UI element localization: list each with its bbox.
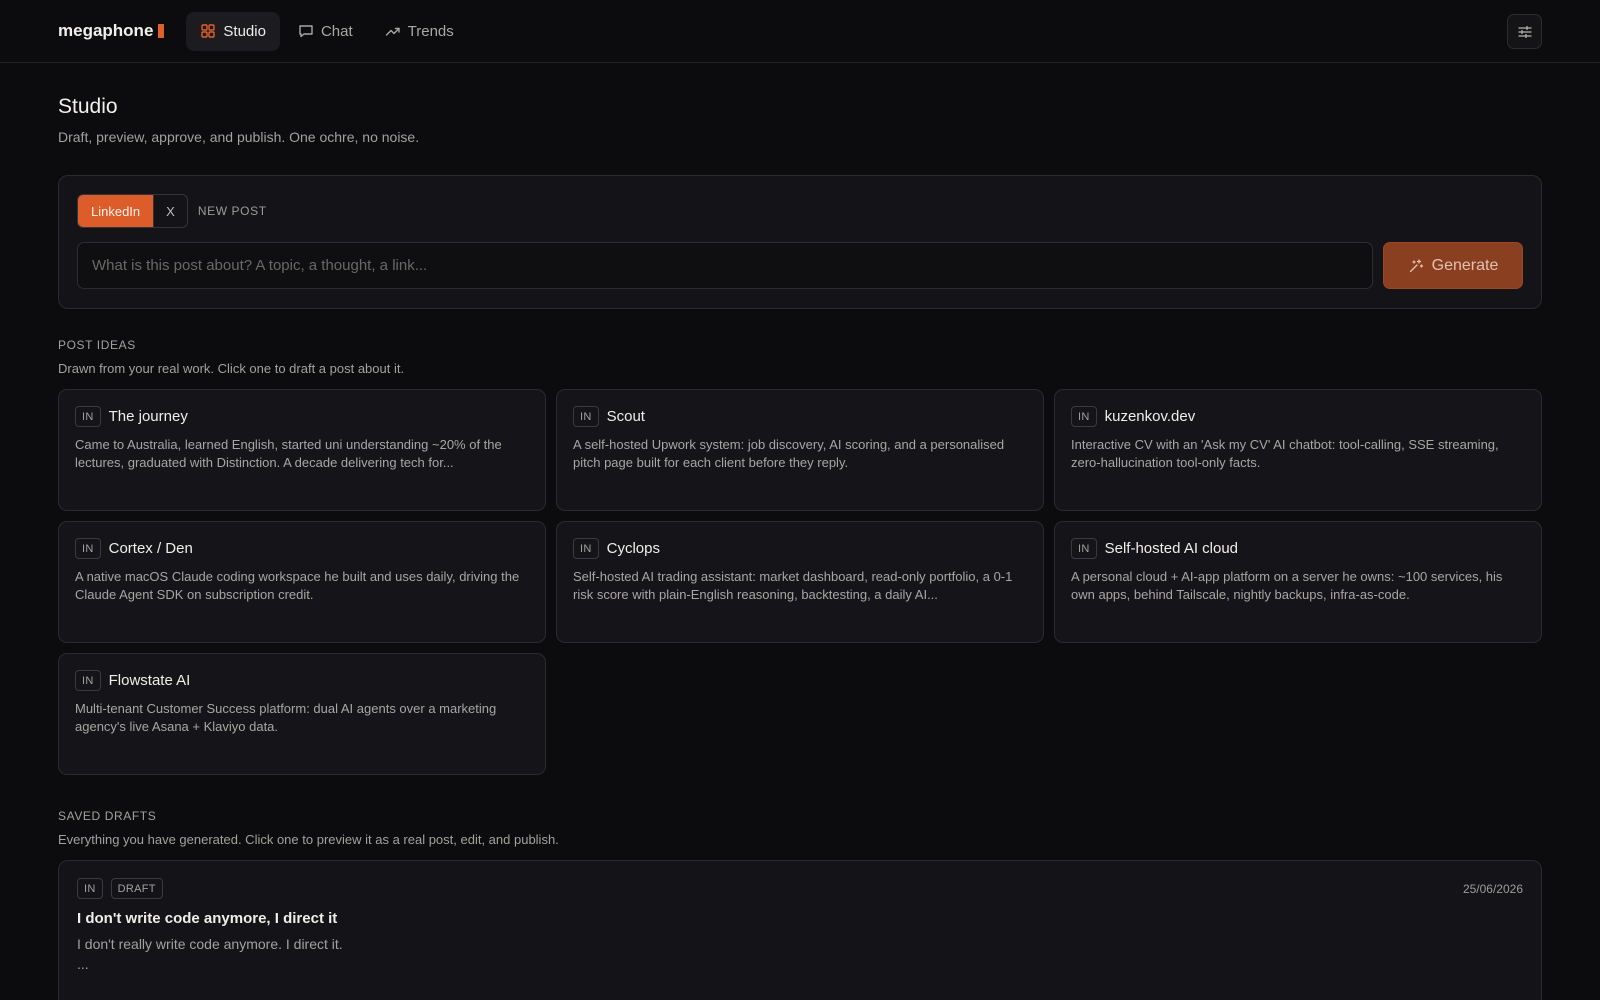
platform-tag: IN (75, 406, 101, 427)
top-nav-bar: megaphone Studio Chat Trends (0, 0, 1600, 63)
platform-tag: IN (573, 538, 599, 559)
idea-card[interactable]: IN Cortex / Den A native macOS Claude co… (58, 521, 546, 643)
idea-card[interactable]: IN kuzenkov.dev Interactive CV with an '… (1054, 389, 1542, 511)
section-subtitle: Everything you have generated. Click one… (58, 832, 559, 847)
section-label: POST IDEAS (58, 338, 136, 352)
idea-title: Flowstate AI (108, 672, 191, 689)
platform-tag: IN (75, 538, 101, 559)
sliders-icon (1517, 25, 1532, 38)
platform-linkedin-button[interactable]: LinkedIn (78, 195, 154, 227)
idea-description: Multi-tenant Customer Success platform: … (75, 701, 497, 734)
platform-tag: IN (1071, 538, 1097, 559)
idea-title: Self-hosted AI cloud (1104, 540, 1239, 557)
generate-label: Generate (1431, 256, 1499, 274)
main-nav: Studio Chat Trends (186, 11, 468, 51)
platform-tag: IN (573, 406, 599, 427)
platform-toggle: LinkedIn X (77, 194, 188, 228)
generate-button[interactable]: Generate (1383, 242, 1523, 289)
platform-tag: IN (75, 670, 101, 691)
nav-item-label: Trends (407, 22, 454, 40)
platform-tag: IN (1071, 406, 1097, 427)
post-ideas-section: POST IDEAS Drawn from your real work. Cl… (58, 338, 1542, 775)
brand-name: megaphone (58, 21, 154, 40)
idea-description: A personal cloud + AI-app platform on a … (1071, 569, 1503, 602)
idea-card[interactable]: IN The journey Came to Australia, learne… (58, 389, 546, 511)
nav-item-label: Chat (320, 22, 353, 40)
nav-item-label: Studio (223, 22, 266, 40)
draft-preview: I don't really write code anymore. I dir… (77, 936, 343, 952)
idea-description: A native macOS Claude coding workspace h… (75, 569, 520, 602)
ideas-grid: IN The journey Came to Australia, learne… (58, 389, 1542, 775)
idea-title: Cortex / Den (108, 540, 193, 557)
idea-description: Self-hosted AI trading assistant: market… (573, 569, 1013, 602)
post-composer: LinkedIn X NEW POST Generate (58, 175, 1542, 309)
message-icon (299, 25, 313, 38)
nav-item-chat[interactable]: Chat (284, 12, 367, 51)
draft-card[interactable]: IN DRAFT 25/06/2026 I don't write code a… (58, 860, 1542, 1000)
idea-title: The journey (108, 408, 188, 425)
settings-button[interactable] (1507, 14, 1542, 49)
draft-title: I don't write code anymore, I direct it (77, 910, 338, 927)
brand-mark-icon (158, 24, 165, 38)
main-content: Studio Draft, preview, approve, and publ… (0, 95, 1600, 1000)
idea-title: kuzenkov.dev (1104, 408, 1196, 425)
new-post-label: NEW POST (197, 204, 267, 218)
idea-title: Scout (606, 408, 645, 425)
page-title: Studio (58, 95, 118, 118)
idea-description: Came to Australia, learned English, star… (75, 437, 502, 470)
platform-tag: IN (77, 878, 103, 899)
page-subtitle: Draft, preview, approve, and publish. On… (58, 129, 420, 145)
idea-card[interactable]: IN Cyclops Self-hosted AI trading assist… (556, 521, 1044, 643)
draft-date: 25/06/2026 (1462, 881, 1523, 896)
nav-item-trends[interactable]: Trends (371, 12, 468, 51)
topic-input[interactable] (77, 242, 1373, 289)
idea-card[interactable]: IN Flowstate AI Multi-tenant Customer Su… (58, 653, 546, 775)
section-label: SAVED DRAFTS (58, 809, 157, 823)
grid-icon (201, 24, 216, 38)
trending-up-icon (385, 27, 400, 36)
idea-card[interactable]: IN Scout A self-hosted Upwork system: jo… (556, 389, 1044, 511)
saved-drafts-section: SAVED DRAFTS Everything you have generat… (58, 809, 1542, 1000)
idea-description: Interactive CV with an 'Ask my CV' AI ch… (1071, 437, 1499, 470)
brand-logo[interactable]: megaphone (58, 21, 165, 41)
status-badge: DRAFT (110, 878, 163, 899)
platform-x-button[interactable]: X (153, 195, 187, 227)
idea-description: A self-hosted Upwork system: job discove… (573, 437, 1005, 470)
sparkle-wand-icon (1409, 258, 1423, 272)
nav-item-studio[interactable]: Studio (186, 11, 280, 51)
idea-card[interactable]: IN Self-hosted AI cloud A personal cloud… (1054, 521, 1542, 643)
draft-more: ... (77, 956, 89, 972)
section-subtitle: Drawn from your real work. Click one to … (58, 361, 405, 376)
idea-title: Cyclops (606, 540, 660, 557)
